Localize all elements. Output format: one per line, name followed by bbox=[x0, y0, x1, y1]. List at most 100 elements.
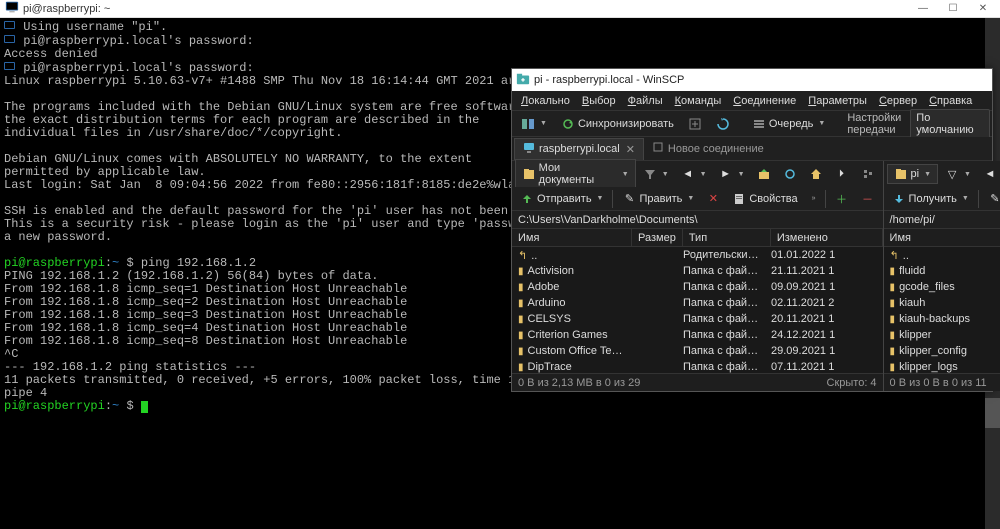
download-button[interactable]: Получить▼ bbox=[887, 190, 974, 208]
remote-panel: pi ▼ ▽▼ ◄▼ ► Получить▼ ✎Править▼ /home/p… bbox=[884, 161, 1000, 391]
upload-button[interactable]: Отправить▼ bbox=[515, 190, 608, 208]
upload-icon bbox=[520, 192, 534, 206]
close-icon[interactable]: ✕ bbox=[626, 143, 635, 156]
menu-выбор[interactable]: Выбор bbox=[577, 93, 621, 109]
minus-button[interactable]: － bbox=[856, 190, 880, 208]
table-row[interactable]: ▮Criterion GamesПапка с файлами24.12.202… bbox=[512, 327, 883, 343]
local-panel: Мои документы ▼ ▼ ◄▼ ►▼ 🞂 Отправить▼ ✎Пр… bbox=[512, 161, 884, 391]
props-button[interactable]: Свойства bbox=[727, 190, 802, 208]
winscp-icon bbox=[516, 72, 530, 89]
tree-icon bbox=[861, 167, 875, 181]
nav-filter[interactable]: ▽▼ bbox=[940, 165, 976, 183]
table-row[interactable]: ▮Custom Office Templ...Папка с файлами29… bbox=[512, 343, 883, 359]
col-name[interactable]: Имя bbox=[512, 229, 632, 246]
sync-browse-icon bbox=[688, 117, 702, 131]
nav-tree[interactable] bbox=[856, 165, 880, 183]
edit-button[interactable]: ✎Править▼ bbox=[983, 190, 1000, 208]
local-actions: Отправить▼ ✎Править▼ ✕ Свойства » ＋ － bbox=[512, 187, 883, 211]
transfer-preset[interactable]: По умолчанию bbox=[910, 109, 990, 139]
winscp-toolbar-main: ▼ Синхронизировать Очередь▼ Настройки пе… bbox=[512, 111, 992, 137]
nav-back[interactable]: ◄▼ bbox=[978, 165, 1000, 183]
putty-title: pi@raspberrypi: ~ bbox=[23, 3, 110, 15]
documents-icon bbox=[522, 167, 536, 181]
menu-справка[interactable]: Справка bbox=[924, 93, 977, 109]
maximize-button[interactable]: ☐ bbox=[938, 1, 968, 17]
local-folder-selector[interactable]: Мои документы ▼ bbox=[515, 159, 636, 189]
menu-параметры[interactable]: Параметры bbox=[803, 93, 872, 109]
local-path[interactable]: C:\Users\VanDarkholme\Documents\ bbox=[512, 211, 883, 229]
menu-соединение[interactable]: Соединение bbox=[728, 93, 801, 109]
btn-refresh[interactable] bbox=[711, 115, 735, 133]
local-nav: Мои документы ▼ ▼ ◄▼ ►▼ 🞂 bbox=[512, 161, 883, 187]
table-row[interactable]: ▮ArduinoПапка с файлами02.11.2021 2 bbox=[512, 295, 883, 311]
btn-sync[interactable]: Синхронизировать bbox=[556, 115, 679, 133]
table-row[interactable]: ▮gcode_files bbox=[884, 279, 1000, 295]
nav-refresh[interactable] bbox=[778, 165, 802, 183]
nav-fwd[interactable]: ►▼ bbox=[714, 165, 750, 183]
delete-button[interactable]: ✕ bbox=[701, 190, 725, 208]
menu-сервер[interactable]: Сервер bbox=[874, 93, 922, 109]
minimize-button[interactable]: — bbox=[908, 1, 938, 17]
local-file-list[interactable]: Имя Размер Тип Изменено ↰..Родительский … bbox=[512, 229, 883, 373]
table-row[interactable]: ▮AdobeПапка с файлами09.09.2021 1 bbox=[512, 279, 883, 295]
tab-session[interactable]: raspberrypi.local ✕ bbox=[514, 138, 644, 160]
table-row[interactable]: ▮klipper_config bbox=[884, 343, 1000, 359]
edit-button[interactable]: ✎Править▼ bbox=[617, 190, 699, 208]
nav-up[interactable] bbox=[752, 165, 776, 183]
local-statusbar: 0 B из 2,13 MB в 0 из 29 Скрыто: 4 bbox=[512, 373, 883, 391]
table-row[interactable]: ▮kiauh-backups bbox=[884, 311, 1000, 327]
scrollbar-thumb[interactable] bbox=[985, 398, 1000, 428]
transfer-settings-label: Настройки передачи bbox=[842, 110, 906, 138]
close-button[interactable]: ✕ bbox=[968, 1, 998, 17]
nav-back[interactable]: ◄▼ bbox=[676, 165, 712, 183]
winscp-title: pi - raspberrypi.local - WinSCP bbox=[534, 74, 684, 86]
table-row[interactable]: ▮kiauh bbox=[884, 295, 1000, 311]
plus-icon: ＋ bbox=[835, 192, 849, 206]
nav-filter[interactable]: ▼ bbox=[638, 165, 674, 183]
tab-new-session[interactable]: Новое соединение bbox=[644, 138, 772, 159]
minus-icon: － bbox=[861, 192, 875, 206]
putty-icon bbox=[5, 0, 19, 17]
edit-icon: ✎ bbox=[988, 192, 1000, 206]
folder-icon bbox=[894, 167, 908, 181]
table-row[interactable]: ▮klipper_logs bbox=[884, 359, 1000, 373]
table-row[interactable]: ▮klipper bbox=[884, 327, 1000, 343]
btn-sync-browse[interactable] bbox=[683, 115, 707, 133]
menu-файлы[interactable]: Файлы bbox=[623, 93, 668, 109]
table-row[interactable]: ↰.. bbox=[884, 247, 1000, 263]
remote-nav: pi ▼ ▽▼ ◄▼ ► bbox=[884, 161, 1000, 187]
arrow-left-icon: ◄ bbox=[681, 167, 695, 181]
home-icon bbox=[809, 167, 823, 181]
menu-локально[interactable]: Локально bbox=[516, 93, 575, 109]
table-row[interactable]: ▮fluidd bbox=[884, 263, 1000, 279]
winscp-titlebar[interactable]: pi - raspberrypi.local - WinSCP bbox=[512, 69, 992, 91]
new-session-icon bbox=[652, 141, 664, 156]
arrow-right-icon: ► bbox=[719, 167, 733, 181]
col-type[interactable]: Тип bbox=[683, 229, 771, 246]
remote-actions: Получить▼ ✎Править▼ bbox=[884, 187, 1000, 211]
remote-file-list[interactable]: Имя ↰..▮fluidd▮gcode_files▮kiauh▮kiauh-b… bbox=[884, 229, 1000, 373]
col-name[interactable]: Имя bbox=[884, 229, 1000, 246]
table-row[interactable]: ↰..Родительский кат...01.01.2022 1 bbox=[512, 247, 883, 263]
table-row[interactable]: ▮CELSYSПапка с файлами20.11.2021 1 bbox=[512, 311, 883, 327]
refresh-icon bbox=[783, 167, 797, 181]
btn-local-remote[interactable]: ▼ bbox=[516, 115, 552, 133]
nav-root[interactable]: 🞂 bbox=[830, 165, 854, 183]
filter-icon: ▽ bbox=[945, 167, 959, 181]
props-icon bbox=[732, 192, 746, 206]
menu-команды[interactable]: Команды bbox=[670, 93, 727, 109]
remote-folder-selector[interactable]: pi ▼ bbox=[887, 164, 939, 184]
winscp-window: pi - raspberrypi.local - WinSCP Локально… bbox=[511, 68, 993, 392]
remote-statusbar: 0 B из 0 B в 0 из 11 bbox=[884, 373, 1000, 391]
table-row[interactable]: ▮ActivisionПапка с файлами21.11.2021 1 bbox=[512, 263, 883, 279]
table-row[interactable]: ▮DipTraceПапка с файлами07.11.2021 1 bbox=[512, 359, 883, 373]
nav-home[interactable] bbox=[804, 165, 828, 183]
putty-titlebar[interactable]: pi@raspberrypi: ~ — ☐ ✕ bbox=[0, 0, 1000, 18]
new-button[interactable]: » bbox=[805, 193, 821, 204]
remote-path[interactable]: /home/pi/ bbox=[884, 211, 1000, 229]
btn-queue[interactable]: Очередь▼ bbox=[747, 115, 831, 133]
col-size[interactable]: Размер bbox=[632, 229, 683, 246]
folder-up-icon bbox=[757, 167, 771, 181]
col-modified[interactable]: Изменено bbox=[771, 229, 883, 246]
plus-button[interactable]: ＋ bbox=[830, 190, 854, 208]
